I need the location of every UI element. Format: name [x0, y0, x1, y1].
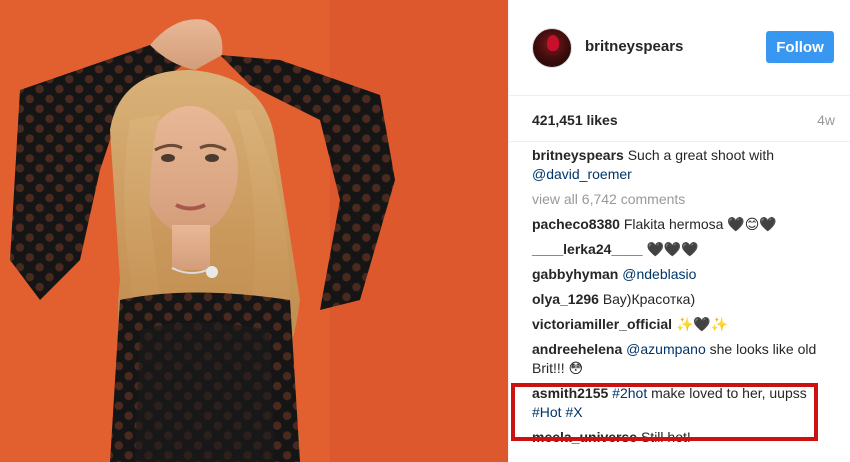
- avatar[interactable]: [532, 28, 572, 68]
- mention-link[interactable]: @ndeblasio: [622, 266, 696, 282]
- mention-link[interactable]: @azumpano: [626, 341, 706, 357]
- post-username[interactable]: britneyspears: [585, 38, 683, 55]
- comment-username[interactable]: olya_1296: [532, 291, 599, 307]
- follow-button[interactable]: Follow: [766, 31, 834, 63]
- view-all-comments-link[interactable]: view all 6,742 comments: [532, 190, 832, 209]
- photo-illustration: [0, 0, 508, 462]
- likes-row: 421,451 likes 4w: [509, 96, 850, 142]
- caption-username[interactable]: britneyspears: [532, 147, 624, 163]
- comment-text: make loved to her, uupss: [647, 385, 807, 401]
- comment-item: meela_universe Still hot!: [532, 428, 832, 447]
- comment-item: pacheco8380 Flakita hermosa 🖤😊🖤: [532, 215, 832, 234]
- comment-username[interactable]: gabbyhyman: [532, 266, 618, 282]
- comments-list: britneyspears Such a great shoot with @d…: [532, 146, 832, 453]
- comment-item: asmith2155 #2hot make loved to her, uups…: [532, 384, 832, 422]
- post-header: britneyspears Follow: [509, 0, 850, 96]
- hashtag-link[interactable]: #2hot: [612, 385, 647, 401]
- comment-container: pacheco8380 Flakita hermosa 🖤😊🖤 ____lerka…: [532, 215, 832, 447]
- comment-username[interactable]: pacheco8380: [532, 216, 620, 232]
- comment-item: andreehelena @azumpano she looks like ol…: [532, 340, 832, 378]
- comment-item: victoriamiller_official ✨🖤✨: [532, 315, 832, 334]
- comment-text: Still hot!: [637, 429, 691, 445]
- comment-text: Вау)Красотка): [598, 291, 696, 307]
- post-age[interactable]: 4w: [817, 112, 835, 128]
- comment-username[interactable]: andreehelena: [532, 341, 622, 357]
- caption-mention-link[interactable]: @david_roemer: [532, 166, 632, 182]
- post-side-panel: britneyspears Follow 421,451 likes 4w br…: [508, 0, 850, 462]
- likes-count[interactable]: 421,451 likes: [532, 112, 618, 128]
- caption: britneyspears Such a great shoot with @d…: [532, 146, 832, 184]
- comment-item: gabbyhyman @ndeblasio: [532, 265, 832, 284]
- post-photo[interactable]: [0, 0, 508, 462]
- hashtag-link[interactable]: #X: [565, 404, 582, 420]
- comment-text: Flakita hermosa 🖤😊🖤: [619, 216, 777, 232]
- comment-text: 🖤🖤🖤: [642, 241, 699, 257]
- comment-item: olya_1296 Вау)Красотка): [532, 290, 832, 309]
- comment-item: ____lerka24____ 🖤🖤🖤: [532, 240, 832, 259]
- comment-username[interactable]: asmith2155: [532, 385, 608, 401]
- comment-username[interactable]: victoriamiller_official: [532, 316, 672, 332]
- comment-username[interactable]: ____lerka24____: [532, 241, 643, 257]
- caption-text: Such a great shoot with: [623, 147, 775, 163]
- comment-text: ✨🖤✨: [672, 316, 729, 332]
- hashtag-link[interactable]: #Hot: [532, 404, 562, 420]
- comment-username[interactable]: meela_universe: [532, 429, 637, 445]
